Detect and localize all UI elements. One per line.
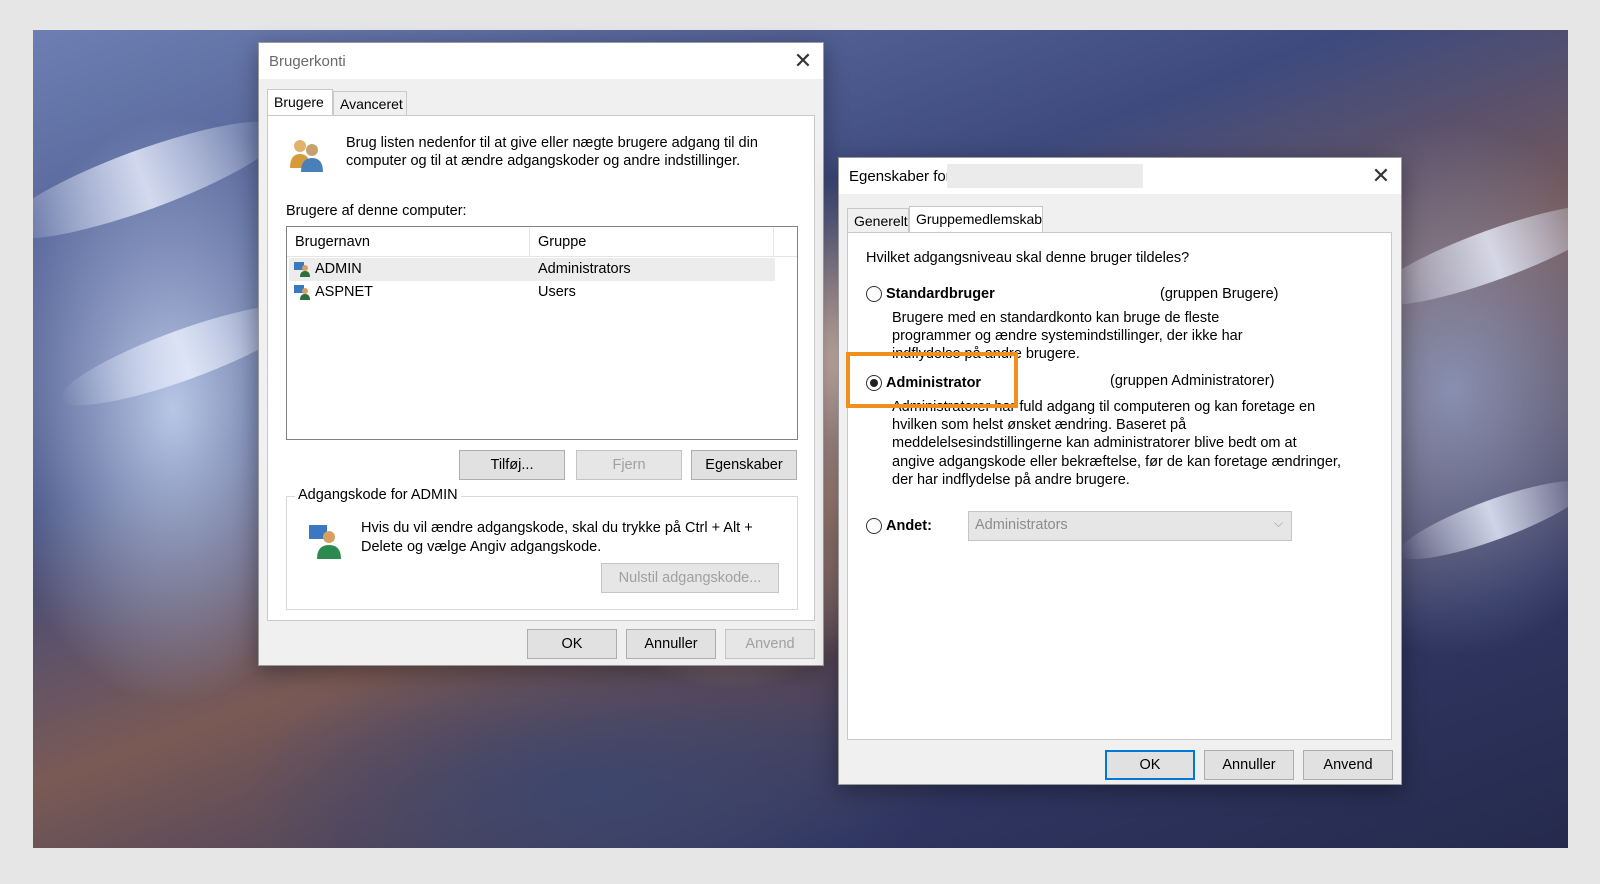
table-row[interactable]: ASPNET Users [289,281,775,304]
dialog-title: Egenskaber for [849,168,951,185]
properties-button[interactable]: Egenskaber [691,450,797,480]
password-hint-line1: Hvis du vil ændre adgangskode, skal du t… [361,520,753,536]
user-accounts-dialog: Brugerkonti ✕ Brugere Avanceret Brug lis… [258,42,824,666]
other-group-value: Administrators [975,517,1068,533]
other-label[interactable]: Andet: [886,517,932,536]
ok-button[interactable]: OK [1105,750,1195,780]
administrator-desc: der har indflydelse på andre brugere. [892,472,1130,488]
tab-gruppemedlemskab[interactable]: Gruppemedlemskab [909,206,1043,232]
close-icon[interactable]: ✕ [1367,162,1395,190]
chevron-down-icon: ⌵ [1273,516,1283,530]
user-properties-dialog: Egenskaber for ✕ Generelt Gruppemedlemsk… [838,157,1402,785]
standard-user-label[interactable]: Standardbruger [886,285,995,304]
standard-user-desc: programmer og ændre systemindstillinger,… [892,328,1243,344]
column-header-group[interactable]: Gruppe [538,234,586,250]
users-tab-panel: Brug listen nedenfor til at give eller n… [267,115,815,621]
other-group-select[interactable]: Administrators ⌵ [968,511,1292,541]
standard-user-desc: Brugere med en standardkonto kan bruge d… [892,310,1220,326]
add-user-button[interactable]: Tilføj... [459,450,565,480]
users-icon [290,140,323,172]
group-cell: Administrators [538,261,631,277]
administrator-desc: hvilken som helst ønsket ændring. Basere… [892,417,1187,433]
apply-button[interactable]: Anvend [1303,750,1393,780]
redacted-username [947,164,1143,188]
column-header-username[interactable]: Brugernavn [295,234,370,250]
username-cell: ADMIN [315,261,362,277]
administrator-desc: meddelelsesindstillingerne kan administr… [892,435,1297,451]
title-bar: Egenskaber for ✕ [839,158,1401,194]
group-membership-panel: Hvilket adgangsniveau skal denne bruger … [847,232,1392,740]
title-bar: Brugerkonti ✕ [259,43,823,79]
cancel-button[interactable]: Annuller [1204,750,1294,780]
apply-button[interactable]: Anvend [725,629,815,659]
standard-user-radio[interactable] [866,286,882,302]
dialog-title: Brugerkonti [269,53,346,70]
standard-user-group: (gruppen Brugere) [1160,286,1279,302]
password-group: Adgangskode for ADMIN Hvis du vil ændre … [286,487,798,610]
tab-avanceret[interactable]: Avanceret [333,91,407,115]
user-icon [294,285,310,300]
ok-button[interactable]: OK [527,629,617,659]
users-list[interactable]: Brugernavn Gruppe ADMIN Administrators A… [286,226,798,440]
tab-generelt[interactable]: Generelt [847,208,909,232]
users-list-label: Brugere af denne computer: [286,203,467,219]
administrator-highlight-box [846,352,1018,408]
group-cell: Users [538,284,576,300]
administrator-group: (gruppen Administratorer) [1110,373,1275,389]
access-level-question: Hvilket adgangsniveau skal denne bruger … [866,250,1190,266]
username-cell: ASPNET [315,284,374,300]
administrator-desc: angive adgangskode eller bekræftelse, fø… [892,454,1341,470]
user-icon [294,262,310,277]
intro-text-line2: computer og til at ændre adgangskoder og… [346,153,741,169]
intro-text-line1: Brug listen nedenfor til at give eller n… [346,135,758,151]
list-header: Brugernavn Gruppe [287,227,797,257]
reset-password-button[interactable]: Nulstil adgangskode... [601,563,779,593]
remove-user-button[interactable]: Fjern [576,450,682,480]
password-hint-line2: Delete og vælge Angiv adgangskode. [361,539,602,555]
user-key-icon [309,525,341,559]
cancel-button[interactable]: Annuller [626,629,716,659]
close-icon[interactable]: ✕ [789,47,817,75]
password-group-label: Adgangskode for ADMIN [295,487,461,503]
table-row[interactable]: ADMIN Administrators [289,258,775,281]
tab-brugere[interactable]: Brugere [267,89,333,115]
other-radio[interactable] [866,518,882,534]
